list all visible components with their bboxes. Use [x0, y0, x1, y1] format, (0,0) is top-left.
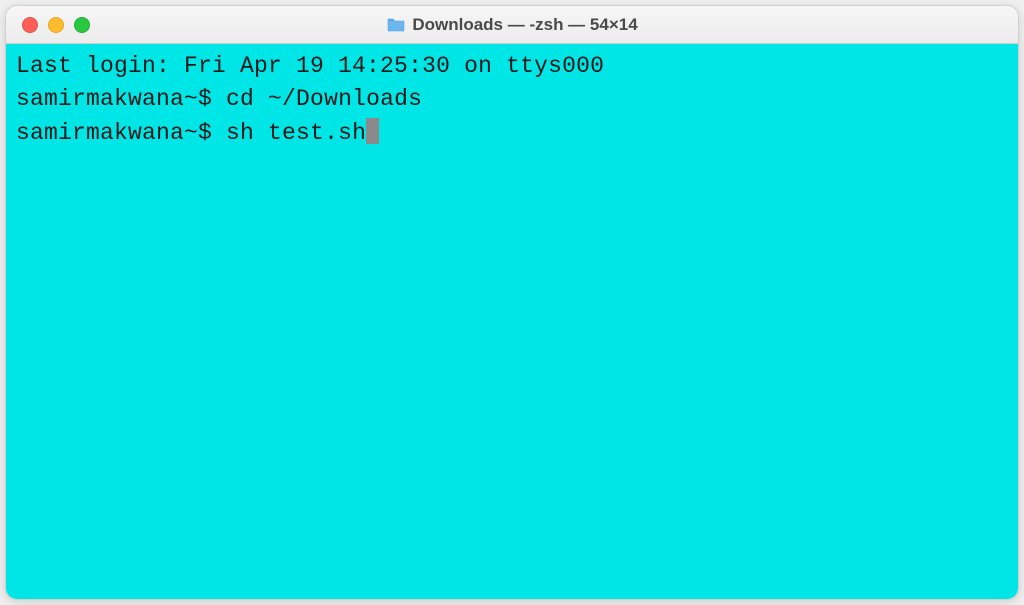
zoom-button[interactable]	[74, 17, 90, 33]
close-button[interactable]	[22, 17, 38, 33]
terminal-command: cd ~/Downloads	[226, 86, 422, 112]
window-titlebar[interactable]: Downloads — -zsh — 54×14	[6, 6, 1018, 44]
traffic-lights	[6, 17, 90, 33]
terminal-prompt: samirmakwana~$	[16, 86, 226, 112]
terminal-last-login: Last login: Fri Apr 19 14:25:30 on ttys0…	[16, 50, 1008, 83]
minimize-button[interactable]	[48, 17, 64, 33]
terminal-line: samirmakwana~$ cd ~/Downloads	[16, 83, 1008, 116]
terminal-cursor	[366, 118, 379, 144]
terminal-line: samirmakwana~$ sh test.sh	[16, 117, 1008, 150]
terminal-window: Downloads — -zsh — 54×14 Last login: Fri…	[5, 5, 1019, 600]
window-title: Downloads — -zsh — 54×14	[412, 15, 637, 35]
terminal-command: sh test.sh	[226, 120, 366, 146]
folder-icon	[386, 17, 406, 33]
terminal-body[interactable]: Last login: Fri Apr 19 14:25:30 on ttys0…	[6, 44, 1018, 599]
terminal-prompt: samirmakwana~$	[16, 120, 226, 146]
window-title-container: Downloads — -zsh — 54×14	[6, 15, 1018, 35]
